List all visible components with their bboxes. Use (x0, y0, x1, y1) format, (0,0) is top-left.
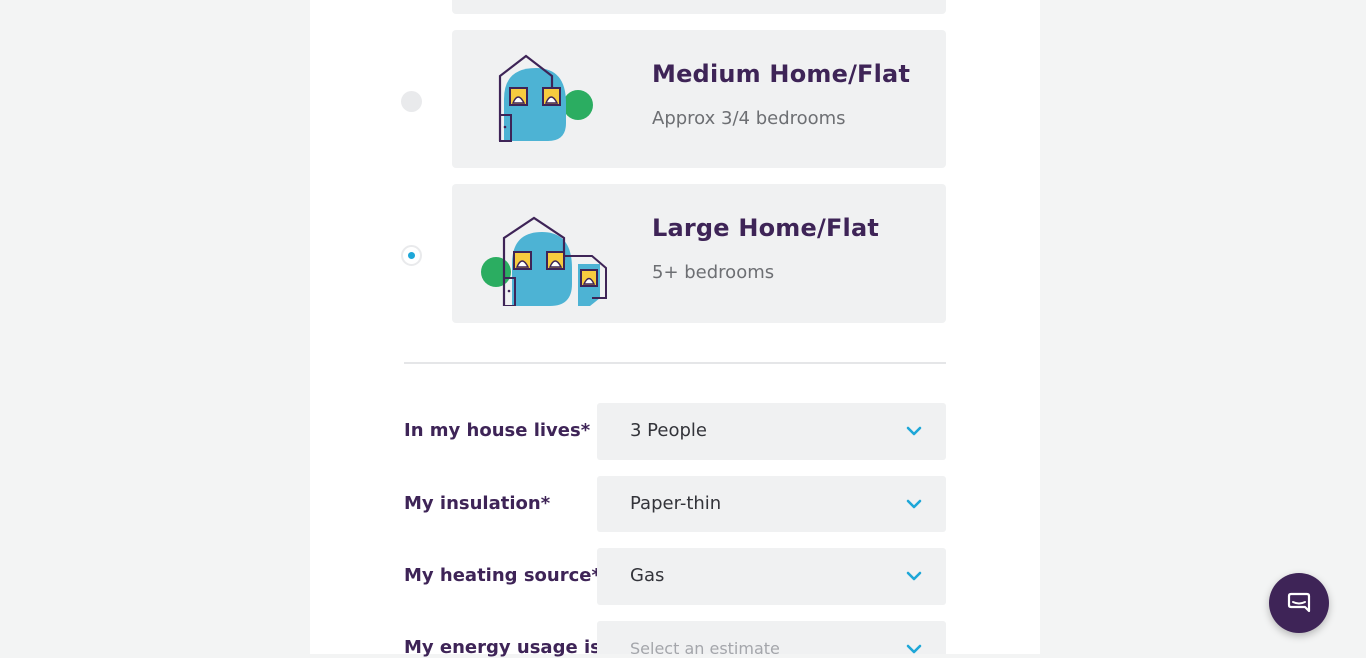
radio-large-home[interactable] (401, 245, 422, 266)
energy-usage-select[interactable]: Select an estimate (597, 621, 946, 658)
insulation-value: Paper-thin (630, 493, 722, 514)
radio-medium-home[interactable] (401, 91, 422, 112)
energy-usage-placeholder: Select an estimate (630, 639, 780, 658)
option-subtitle: Approx 3/4 bedrooms (652, 108, 846, 129)
chevron-down-icon (906, 571, 922, 581)
section-divider (404, 362, 946, 364)
chevron-down-icon (906, 644, 922, 654)
option-card-medium-home[interactable]: Medium Home/Flat Approx 3/4 bedrooms (452, 30, 946, 168)
chat-icon (1287, 592, 1311, 613)
option-title: Medium Home/Flat (652, 60, 911, 88)
large-house-icon (481, 216, 607, 306)
insulation-select[interactable]: Paper-thin (597, 476, 946, 532)
occupants-select[interactable]: 3 People (597, 403, 946, 460)
chat-button[interactable] (1269, 573, 1329, 633)
chevron-down-icon (906, 426, 922, 436)
medium-house-icon (498, 54, 593, 142)
insulation-label: My insulation* (404, 493, 551, 514)
occupants-value: 3 People (630, 420, 707, 441)
small-home-card-partial[interactable] (452, 0, 946, 14)
heating-value: Gas (630, 565, 665, 586)
chevron-down-icon (906, 499, 922, 509)
heating-label: My heating source* (404, 565, 601, 586)
occupants-label: In my house lives* (404, 420, 591, 441)
heating-select[interactable]: Gas (597, 548, 946, 605)
energy-usage-label: My energy usage is* (404, 637, 611, 658)
option-card-large-home[interactable]: Large Home/Flat 5+ bedrooms (452, 184, 946, 323)
option-subtitle: 5+ bedrooms (652, 262, 775, 283)
option-title: Large Home/Flat (652, 214, 880, 242)
